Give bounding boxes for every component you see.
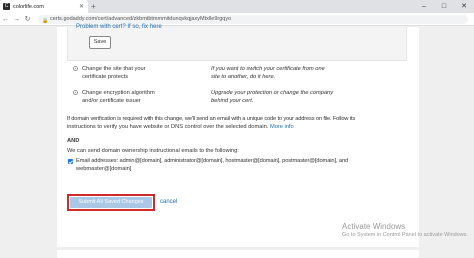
option-change-site[interactable]: Change the site that your certificate pr… bbox=[73, 66, 183, 81]
reload-icon[interactable]: ↻ bbox=[22, 15, 33, 23]
option-label: Change the site that your certificate pr… bbox=[82, 66, 146, 80]
radio-icon[interactable] bbox=[73, 66, 78, 71]
cancel-link[interactable]: cancel bbox=[160, 199, 177, 205]
option-change-encryption[interactable]: Change encryption algorithm and/or certi… bbox=[73, 90, 193, 105]
forward-icon[interactable]: → bbox=[11, 16, 22, 23]
option-label: Change encryption algorithm and/or certi… bbox=[82, 90, 155, 104]
option-description: Upgrade your protection or change the co… bbox=[211, 90, 334, 104]
lock-icon: 🔒 bbox=[42, 18, 49, 24]
back-icon[interactable]: ← bbox=[0, 16, 11, 23]
email-instructions: We can send domain ownership instruction… bbox=[67, 148, 239, 154]
browser-toolbar: ← → ↻ 🔒 certs.godaddy.com/cert/advanced/… bbox=[0, 13, 474, 26]
favicon-icon: C bbox=[3, 3, 10, 10]
close-window-icon[interactable]: ✕ bbox=[454, 0, 474, 13]
maximize-icon[interactable]: □ bbox=[434, 0, 454, 13]
minimize-icon[interactable]: – bbox=[414, 0, 434, 13]
settings-card: Problem with cert? If so, fix here Save … bbox=[57, 24, 419, 247]
next-card bbox=[57, 250, 419, 258]
activation-watermark: Activate Windows Go to System in Control… bbox=[342, 222, 468, 238]
address-bar[interactable]: 🔒 certs.godaddy.com/cert/advanced/zkbmtb… bbox=[38, 15, 468, 24]
email-checkbox[interactable] bbox=[68, 159, 73, 164]
browser-tab[interactable]: C colorlife.com ✕ bbox=[0, 0, 88, 13]
and-label: AND bbox=[67, 138, 80, 144]
radio-icon[interactable] bbox=[73, 90, 78, 95]
window-controls: – □ ✕ bbox=[414, 0, 474, 13]
option-description: If you want to switch your certificate f… bbox=[211, 66, 325, 80]
cut-off-link[interactable]: Problem with cert? If so, fix here bbox=[76, 24, 162, 30]
submit-highlight: Submit All Saved Changes bbox=[67, 194, 155, 211]
new-tab-button[interactable]: + bbox=[91, 0, 96, 13]
more-info-link[interactable]: More info bbox=[270, 124, 294, 130]
verification-notice: If domain verification is required with … bbox=[67, 116, 356, 130]
save-button[interactable]: Save bbox=[89, 36, 111, 49]
tab-title: colorlife.com bbox=[13, 3, 44, 10]
email-addresses: Email addresses: admin@[domain], adminis… bbox=[76, 158, 349, 172]
close-tab-icon[interactable]: ✕ bbox=[79, 3, 84, 10]
submit-all-button[interactable]: Submit All Saved Changes bbox=[70, 197, 152, 208]
edit-panel: Problem with cert? If so, fix here Save bbox=[67, 24, 407, 61]
tab-strip: C colorlife.com ✕ + – □ ✕ bbox=[0, 0, 474, 13]
url-text: certs.godaddy.com/cert/advanced/zkbmtbtm… bbox=[50, 16, 232, 22]
